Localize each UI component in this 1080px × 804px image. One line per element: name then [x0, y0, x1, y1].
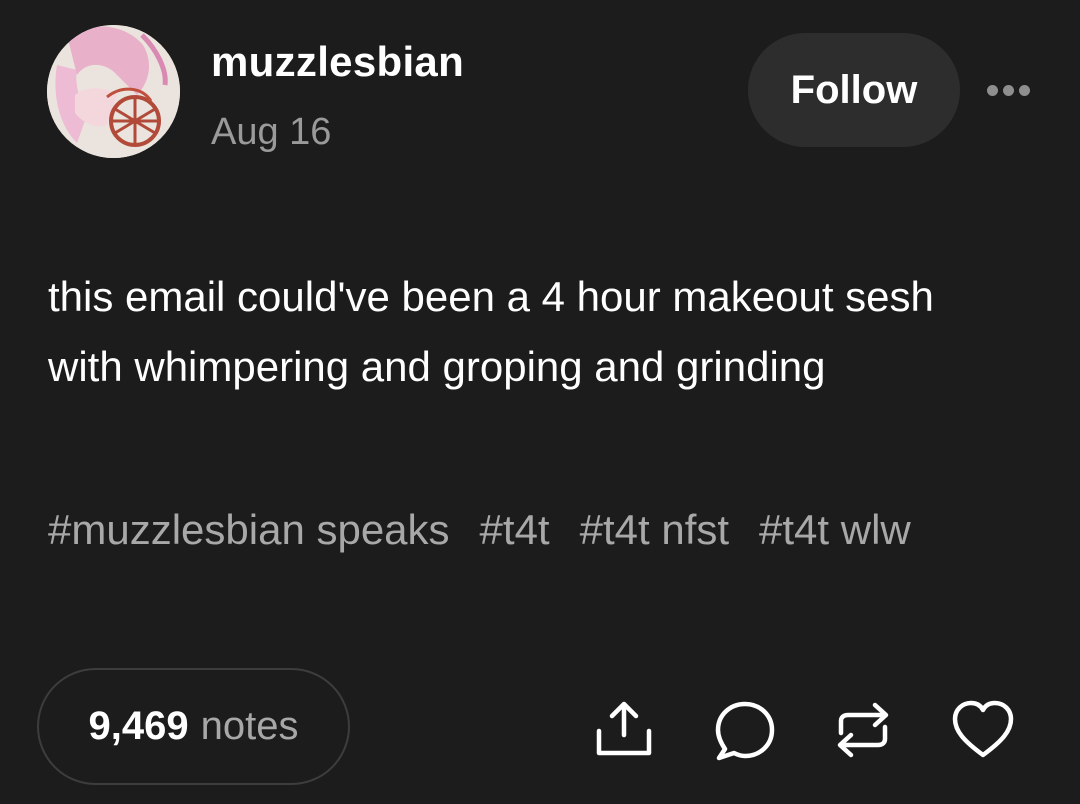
notes-label: notes	[200, 704, 299, 748]
username[interactable]: muzzlesbian	[211, 38, 464, 86]
share-icon[interactable]	[591, 697, 657, 763]
tag[interactable]: #t4t nfst	[580, 500, 729, 560]
avatar[interactable]	[47, 25, 180, 158]
post-date[interactable]: Aug 16	[211, 111, 331, 154]
avatar-image	[47, 25, 180, 158]
notes-button[interactable]: 9,469 notes	[37, 668, 350, 785]
reply-icon[interactable]	[710, 697, 776, 763]
more-dot	[986, 84, 998, 96]
more-dot	[1002, 84, 1014, 96]
tag[interactable]: #muzzlesbian speaks	[48, 500, 450, 560]
post-card: muzzlesbian Aug 16 Follow this email cou…	[0, 0, 1080, 804]
post-body-text: this email could've been a 4 hour makeou…	[48, 273, 934, 390]
reblog-icon[interactable]	[830, 697, 896, 763]
notes-count: 9,469	[88, 704, 189, 748]
more-dot	[1018, 84, 1030, 96]
tag[interactable]: #t4t wlw	[759, 500, 911, 560]
follow-button[interactable]: Follow	[748, 33, 960, 147]
tag-list: #muzzlesbian speaks #t4t #t4t nfst #t4t wlw	[48, 500, 1008, 560]
heart-icon[interactable]	[950, 697, 1016, 763]
tag[interactable]: #t4t	[480, 500, 550, 560]
more-horizontal-icon[interactable]	[980, 72, 1036, 108]
